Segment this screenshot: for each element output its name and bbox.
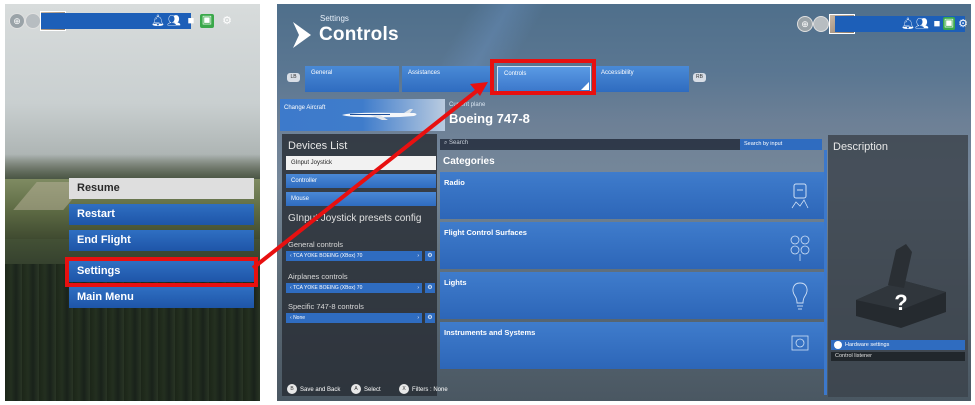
red-arrow-overlay (251, 82, 488, 270)
connector-arrow (251, 88, 480, 270)
